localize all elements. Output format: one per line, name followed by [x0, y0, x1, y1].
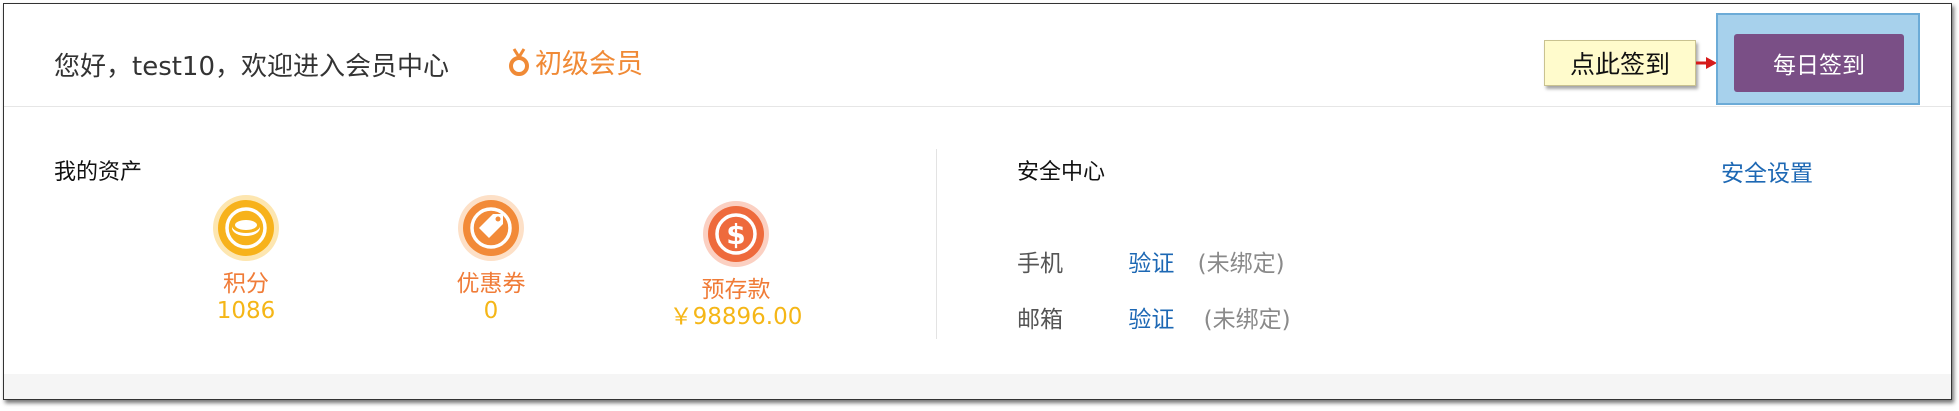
section-divider	[936, 149, 937, 339]
security-title: 安全中心	[1017, 160, 1106, 185]
medal-icon	[509, 47, 529, 76]
member-level-label: 初级会员	[535, 49, 643, 80]
points-label: 积分	[223, 271, 269, 297]
phone-status: (未绑定)	[1197, 251, 1285, 277]
phone-row: 手机 验证 (未绑定)	[1017, 244, 1285, 278]
deposit-label: 预存款	[701, 277, 771, 303]
asset-coupons[interactable]: 优惠券 0	[411, 194, 571, 324]
footer-band	[4, 374, 1951, 399]
phone-verify-link[interactable]: 验证	[1128, 251, 1174, 277]
arrow-right-icon	[1696, 57, 1717, 69]
checkin-tooltip-text: 点此签到	[1569, 50, 1670, 79]
daily-checkin-button[interactable]: 每日签到	[1734, 34, 1904, 92]
coupons-value: 0	[483, 298, 499, 324]
svg-text:$: $	[726, 218, 745, 251]
coin-icon	[213, 195, 279, 261]
email-label: 邮箱	[1017, 307, 1063, 333]
email-verify-link[interactable]: 验证	[1128, 307, 1174, 333]
dollar-icon: $	[703, 201, 769, 267]
points-value: 1086	[216, 298, 276, 324]
member-header: 您好，test10，欢迎进入会员中心 初级会员 点此签到 每日签到	[4, 4, 1951, 107]
asset-points[interactable]: 积分 1086	[166, 194, 326, 324]
coupons-label: 优惠券	[456, 271, 526, 297]
deposit-value: ￥98896.00	[669, 304, 803, 330]
phone-label: 手机	[1017, 251, 1063, 277]
member-center-panel: 您好，test10，欢迎进入会员中心 初级会员 点此签到 每日签到 我的资产 积…	[3, 3, 1952, 400]
security-settings-link[interactable]: 安全设置	[1721, 154, 1813, 188]
asset-deposit[interactable]: $ 预存款 ￥98896.00	[656, 200, 816, 330]
checkin-tooltip: 点此签到	[1544, 40, 1696, 86]
welcome-greeting: 您好，test10，欢迎进入会员中心	[54, 52, 450, 82]
email-status: (未绑定)	[1203, 307, 1291, 333]
member-level: 初级会员	[509, 42, 643, 81]
tag-icon	[458, 195, 524, 261]
assets-title: 我的资产	[54, 160, 143, 185]
email-row: 邮箱 验证 (未绑定)	[1017, 300, 1291, 334]
